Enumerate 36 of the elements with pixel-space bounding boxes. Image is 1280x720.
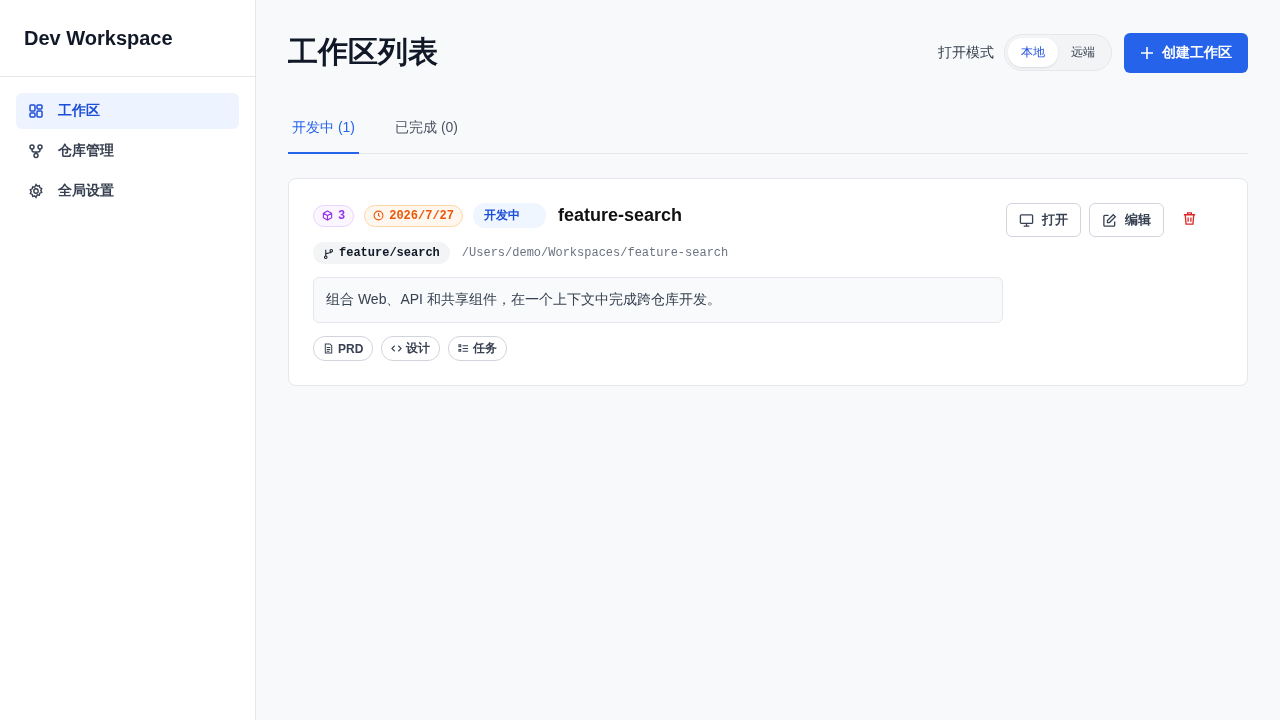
sidebar-item[interactable]: 全局设置 [16, 173, 239, 209]
app-title: Dev Workspace [0, 0, 255, 77]
create-button[interactable]: 创建工作区 [1124, 32, 1248, 73]
tab[interactable]: 已完成 (0) [391, 107, 462, 154]
edit-button[interactable]: 编辑 [1089, 203, 1164, 237]
workspace-name: feature-search [558, 205, 683, 226]
branch-badge: feature/search [313, 242, 450, 264]
doc-chip[interactable]: 设计 [381, 336, 441, 361]
trash-icon [1182, 211, 1197, 226]
doc-chip[interactable]: PRD [313, 336, 374, 361]
settings-icon [28, 183, 44, 199]
doc-chip[interactable]: 任务 [448, 336, 508, 361]
page-title: 工作区列表 [288, 34, 438, 70]
grid-icon [28, 103, 44, 119]
status-badge: 开发中 [473, 203, 546, 228]
plus-icon [1140, 45, 1154, 60]
mode-option[interactable]: 本地 [1008, 38, 1058, 67]
date-badge: 2026/7/27 [364, 204, 463, 227]
edit-icon [1102, 212, 1117, 228]
repo-count-badge: 3 [313, 204, 355, 227]
mode-option[interactable]: 远端 [1058, 38, 1108, 67]
checklist-icon [458, 343, 470, 354]
clock-icon [373, 210, 385, 221]
branch-icon [323, 247, 334, 259]
cube-icon [322, 210, 333, 221]
document-icon [323, 343, 334, 354]
mode-label: 打开模式 [938, 43, 994, 62]
tab[interactable]: 开发中 (1) [288, 107, 359, 154]
code-icon [391, 343, 403, 354]
branch-icon [28, 143, 44, 159]
workspace-path: /Users/demo/Workspaces/feature-search [461, 246, 729, 260]
workspace-description: 组合 Web、API 和共享组件，在一个上下文中完成跨仓库开发。 [313, 277, 1003, 323]
sidebar-item[interactable]: 仓库管理 [16, 133, 239, 169]
open-button[interactable]: 打开 [1006, 203, 1081, 237]
sidebar-item[interactable]: 工作区 [16, 93, 239, 129]
monitor-icon [1019, 212, 1034, 228]
